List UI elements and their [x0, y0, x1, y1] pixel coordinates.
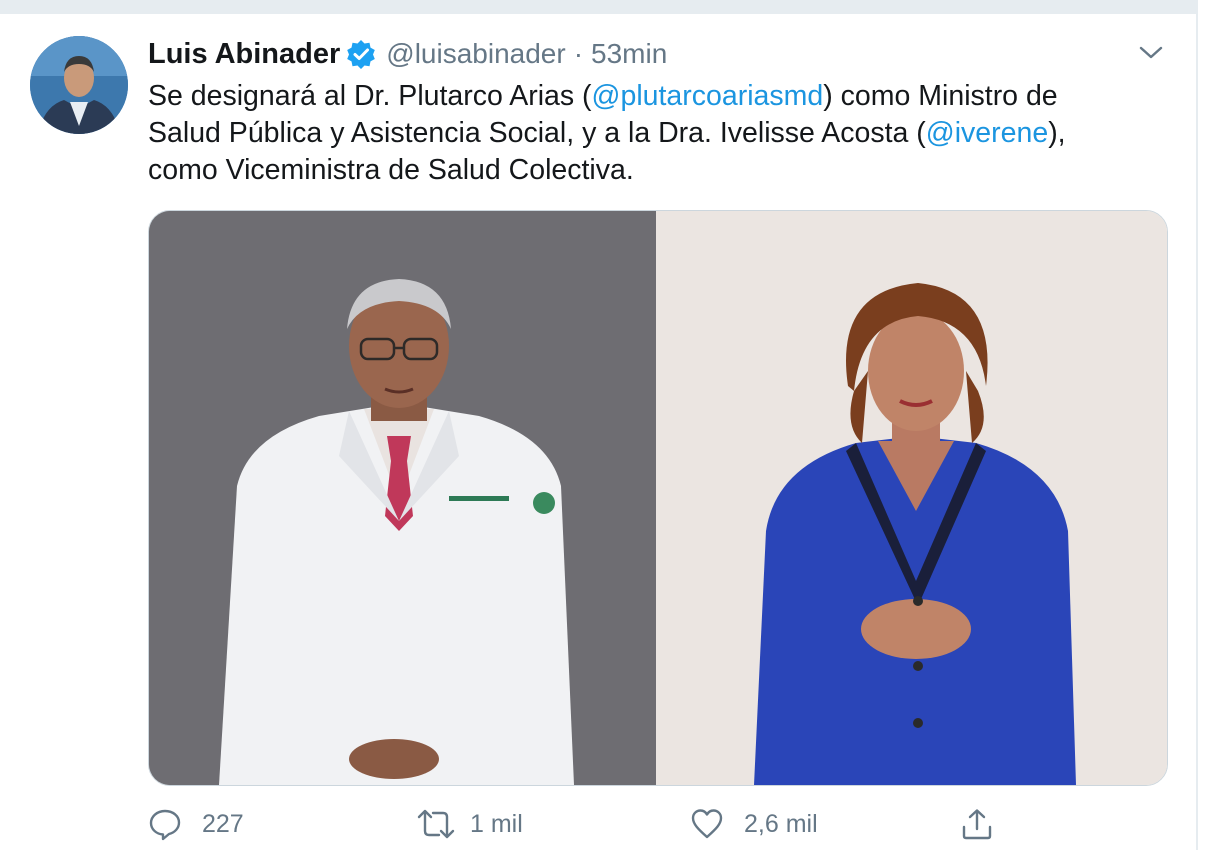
author-name[interactable]: Luis Abinader [148, 38, 340, 71]
tweet-text: Se designará al Dr. Plutarco Arias (@plu… [148, 78, 1168, 189]
timeline-right-border [1196, 0, 1198, 850]
reply-icon [148, 807, 182, 841]
tweet-timestamp[interactable]: 53min [591, 38, 667, 70]
avatar[interactable] [30, 36, 128, 134]
like-button[interactable]: 2,6 mil [690, 800, 818, 848]
photo-woman-in-blue-jacket[interactable] [656, 211, 1167, 785]
retweet-icon [416, 807, 455, 841]
mention-link[interactable]: @iverene [926, 117, 1048, 149]
reply-button[interactable]: 227 [148, 800, 244, 848]
reply-count: 227 [202, 809, 244, 838]
share-button[interactable] [960, 800, 994, 848]
chevron-down-icon[interactable] [1136, 40, 1166, 66]
share-icon [960, 807, 994, 841]
tweet-text-part: Se designará al Dr. Plutarco Arias ( [148, 80, 592, 112]
dot-separator: · [573, 38, 584, 69]
tweet-header: Luis Abinader @luisabinader · 53min [148, 34, 667, 74]
verified-badge-icon [346, 39, 376, 69]
retweet-count: 1 mil [470, 809, 523, 838]
retweet-button[interactable]: 1 mil [416, 800, 523, 848]
tweet-media[interactable] [148, 210, 1168, 786]
heart-icon [690, 807, 724, 841]
like-count: 2,6 mil [744, 809, 818, 838]
author-handle[interactable]: @luisabinader [386, 38, 565, 70]
mention-link[interactable]: @plutarcoariasmd [592, 80, 824, 112]
timeline-top-divider [0, 0, 1196, 14]
photo-man-in-white-lab-coat[interactable] [149, 211, 656, 785]
tweet-actions: 227 1 mil 2,6 mil [148, 800, 1008, 848]
